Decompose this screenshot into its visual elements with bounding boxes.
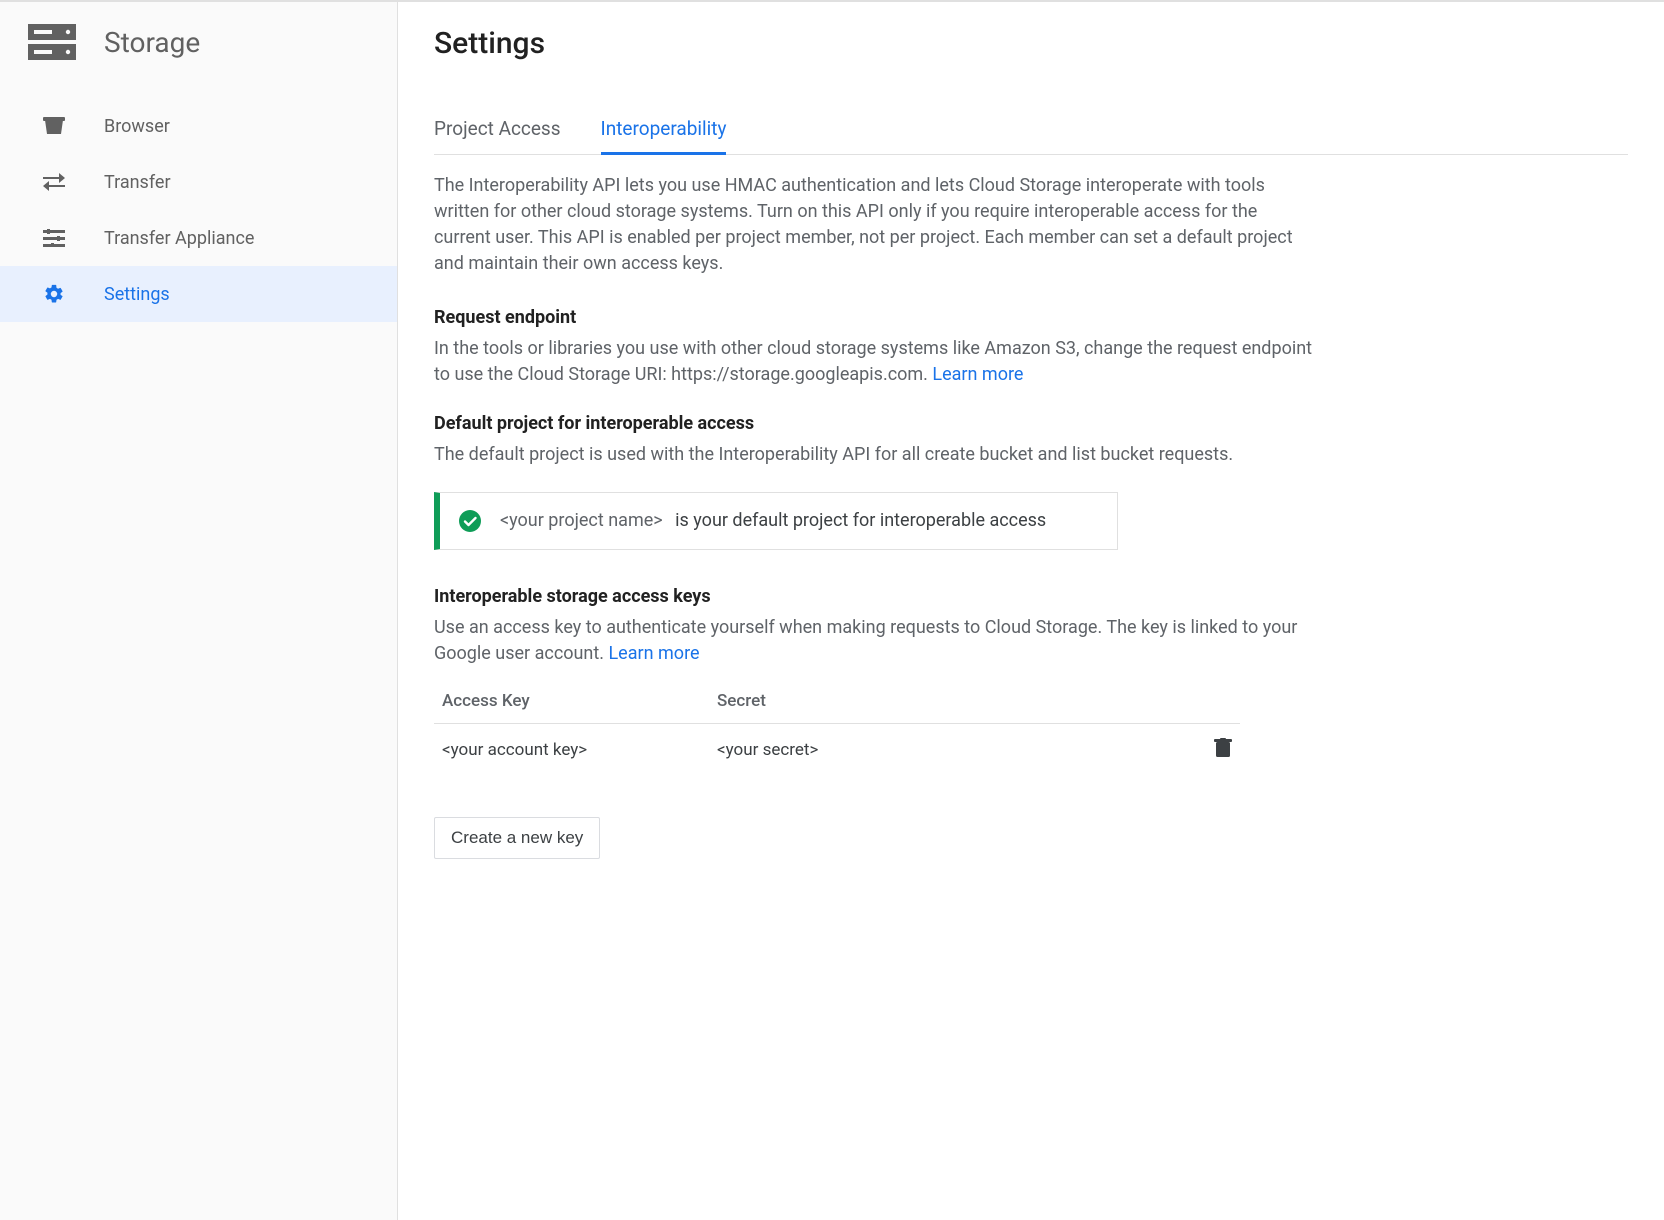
- access-keys-table: Access Key Secret <your account key> <yo…: [434, 679, 1240, 777]
- keys-title: Interoperable storage access keys: [434, 586, 1314, 607]
- main-content: Settings Project Access Interoperability…: [398, 2, 1664, 1220]
- storage-icon: [28, 22, 76, 62]
- default-project-text: The default project is used with the Int…: [434, 442, 1314, 468]
- tabs: Project Access Interoperability: [434, 117, 1628, 155]
- learn-more-link[interactable]: Learn more: [932, 364, 1023, 385]
- transfer-icon: [42, 173, 66, 191]
- sidebar-item-transfer-appliance[interactable]: Transfer Appliance: [0, 210, 397, 266]
- default-project-callout: <your project name> is your default proj…: [434, 492, 1118, 550]
- callout-suffix: is your default project for interoperabl…: [675, 510, 1046, 531]
- col-header-secret: Secret: [717, 691, 1192, 711]
- sidebar-item-settings[interactable]: Settings: [0, 266, 397, 322]
- tab-interoperability[interactable]: Interoperability: [601, 117, 727, 155]
- sidebar-header: Storage: [0, 2, 397, 90]
- sidebar-item-label: Transfer Appliance: [104, 228, 254, 249]
- request-endpoint-body: In the tools or libraries you use with o…: [434, 338, 1312, 385]
- keys-text-body: Use an access key to authenticate yourse…: [434, 617, 1297, 664]
- trash-icon: [1214, 743, 1232, 763]
- sidebar-item-transfer[interactable]: Transfer: [0, 154, 397, 210]
- create-key-button[interactable]: Create a new key: [434, 817, 600, 859]
- cell-secret: <your secret>: [717, 740, 1192, 760]
- page-title: Settings: [434, 26, 1628, 61]
- project-name-placeholder: <your project name>: [500, 510, 663, 531]
- sidebar-nav: Browser Transfer Transfer Appliance Sett…: [0, 90, 397, 322]
- check-circle-icon: [458, 509, 482, 533]
- sliders-icon: [42, 229, 66, 247]
- sidebar: Storage Browser Transfer Transfer Applia…: [0, 2, 398, 1220]
- callout-text: <your project name> is your default proj…: [500, 510, 1046, 531]
- request-endpoint-title: Request endpoint: [434, 307, 1314, 328]
- table-header: Access Key Secret: [434, 679, 1240, 724]
- gear-icon: [42, 283, 66, 305]
- sidebar-item-label: Settings: [104, 284, 170, 305]
- delete-key-button[interactable]: [1214, 738, 1232, 763]
- table-row: <your account key> <your secret>: [434, 724, 1240, 777]
- sidebar-item-browser[interactable]: Browser: [0, 98, 397, 154]
- default-project-title: Default project for interoperable access: [434, 413, 1314, 434]
- col-header-access-key: Access Key: [442, 691, 717, 711]
- request-endpoint-text: In the tools or libraries you use with o…: [434, 336, 1314, 388]
- cell-access-key: <your account key>: [442, 740, 717, 760]
- product-title: Storage: [104, 26, 200, 59]
- sidebar-item-label: Transfer: [104, 172, 171, 193]
- keys-text: Use an access key to authenticate yourse…: [434, 615, 1314, 667]
- sidebar-item-label: Browser: [104, 116, 170, 137]
- tab-project-access[interactable]: Project Access: [434, 117, 561, 155]
- bucket-icon: [42, 116, 66, 136]
- col-header-actions: [1192, 691, 1232, 711]
- interop-intro: The Interoperability API lets you use HM…: [434, 173, 1314, 277]
- tab-panel-interoperability: The Interoperability API lets you use HM…: [434, 173, 1314, 859]
- learn-more-link[interactable]: Learn more: [608, 643, 699, 664]
